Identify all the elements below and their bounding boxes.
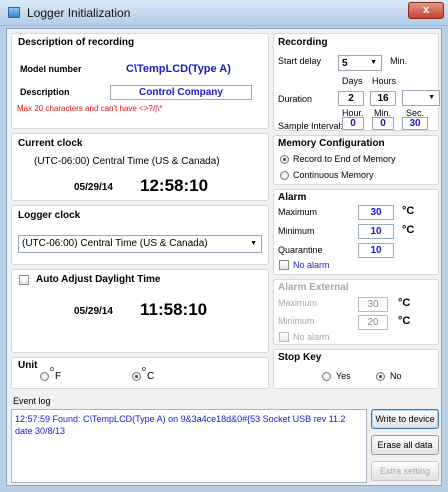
unit-c-label: C [147,371,155,382]
sample-interval-label: Sample Interval: [278,121,344,131]
write-to-device-button[interactable]: Write to device [371,409,439,429]
logger-clock-panel: Logger clock (UTC-06:00) Central Time (U… [11,205,269,265]
memory-end-label: Record to End of Memory [293,154,396,164]
start-delay-value: 5 [342,58,348,69]
chevron-down-icon: ▼ [428,94,435,101]
unit-c-deg: o [142,366,146,373]
alarm-external-max-input[interactable]: 30 [358,297,388,312]
auto-adjust-label: Auto Adjust Daylight Time [36,274,161,285]
recording-panel: Recording Start delay 5 ▼ Min. Days Hour… [273,33,440,131]
title-bar: Logger Initialization x [0,0,448,26]
erase-all-data-button[interactable]: Erase all data [371,435,439,455]
alarm-panel: Alarm Maximum 30 °C Minimum 10 °C Quaran… [273,189,439,275]
alarm-quarantine-label: Quarantine [278,245,323,255]
memory-continuous-label: Continuous Memory [293,170,374,180]
alarm-external-heading: Alarm External [278,282,349,293]
sample-hour-input[interactable]: 0 [342,117,364,130]
event-log-box[interactable]: 12:57:59 Found: C\TempLCD(Type A) on 9&3… [11,409,367,483]
description-label: Description [20,87,70,97]
description-panel: Description of recording Model number C\… [11,33,269,129]
auto-adjust-checkbox[interactable] [19,275,29,285]
app-icon [8,7,20,18]
event-log-heading: Event log [13,396,51,406]
unit-f-deg: o [50,366,54,373]
chevron-down-icon: ▼ [250,240,257,247]
description-input[interactable]: Control Company [110,85,252,100]
memory-panel: Memory Configuration Record to End of Me… [273,135,439,185]
memory-end-radio[interactable] [280,155,289,164]
auto-adjust-panel: Auto Adjust Daylight Time 05/29/14 11:58… [11,269,269,353]
logger-timezone-select[interactable]: (UTC-06:00) Central Time (US & Canada) ▼ [18,235,262,253]
alarm-max-unit: °C [402,205,415,217]
close-button[interactable]: x [408,2,444,19]
alarm-external-min-input[interactable]: 20 [358,315,388,330]
unit-panel: Unit o F o C [11,357,269,389]
unit-f-label: F [55,371,62,382]
start-delay-select[interactable]: 5 ▼ [338,55,382,71]
days-label: Days [342,76,363,86]
alarm-external-min-label: Minimum [278,316,315,326]
current-clock-timezone: (UTC-06:00) Central Time (US & Canada) [34,156,220,167]
stop-key-panel: Stop Key Yes No [273,349,439,389]
alarm-external-panel: Alarm External Maximum 30 °C Minimum 20 … [273,279,439,345]
logger-timezone-value: (UTC-06:00) Central Time (US & Canada) [22,238,208,249]
duration-label: Duration [278,94,313,104]
duration-preset-select[interactable]: ▼ [402,90,440,106]
description-heading: Description of recording [18,37,135,48]
duration-days-input[interactable]: 2 [338,91,364,106]
model-number-label: Model number [20,64,82,74]
model-number-value: C\TempLCD(Type A) [126,63,231,75]
alarm-external-max-unit: °C [398,297,411,309]
duration-hours-input[interactable]: 16 [370,91,396,106]
event-log-text: 12:57:59 Found: C\TempLCD(Type A) on 9&3… [15,414,346,436]
sample-min-input[interactable]: 0 [372,117,394,130]
description-hint: Max 20 characters and can't have <>?/|\* [17,104,163,113]
alarm-min-unit: °C [402,224,415,236]
alarm-heading: Alarm [278,192,307,203]
unit-f-radio[interactable] [40,372,49,381]
alarm-max-label: Maximum [278,207,318,217]
stop-key-heading: Stop Key [278,352,322,363]
current-clock-heading: Current clock [18,138,83,149]
stop-key-no-radio[interactable] [376,372,385,381]
logger-clock-date: 05/29/14 [74,306,113,317]
close-icon: x [422,4,430,16]
current-clock-panel: Current clock (UTC-06:00) Central Time (… [11,133,269,201]
chevron-down-icon: ▼ [370,59,377,66]
alarm-min-input[interactable]: 10 [358,224,394,239]
stop-key-yes-label: Yes [336,371,351,381]
current-clock-date: 05/29/14 [74,182,113,193]
sample-sec-input[interactable]: 30 [402,117,428,130]
alarm-external-max-label: Maximum [278,298,318,308]
logger-clock-time: 11:58:10 [140,300,208,319]
recording-heading: Recording [278,37,328,48]
stop-key-no-label: No [390,371,402,381]
hours-label: Hours [372,76,397,86]
start-delay-unit: Min. [390,56,408,66]
alarm-external-min-unit: °C [398,315,411,327]
start-delay-label: Start delay [278,56,322,66]
window-title: Logger Initialization [27,6,131,20]
current-clock-time: 12:58:10 [140,176,209,195]
memory-continuous-radio[interactable] [280,171,289,180]
no-alarm-label: No alarm [293,260,330,270]
stop-key-yes-radio[interactable] [322,372,331,381]
unit-c-radio[interactable] [132,372,141,381]
extra-setting-button[interactable]: Extra setting [371,461,439,481]
alarm-quarantine-input[interactable]: 10 [358,243,394,258]
no-alarm-checkbox[interactable] [279,260,289,270]
alarm-external-no-alarm-label: No alarm [293,332,330,342]
unit-heading: Unit [18,360,38,371]
logger-clock-heading: Logger clock [18,210,81,221]
dialog-body: Description of recording Model number C\… [6,28,442,486]
memory-heading: Memory Configuration [278,138,385,149]
alarm-min-label: Minimum [278,226,315,236]
alarm-max-input[interactable]: 30 [358,205,394,220]
alarm-external-no-alarm-checkbox[interactable] [279,332,289,342]
